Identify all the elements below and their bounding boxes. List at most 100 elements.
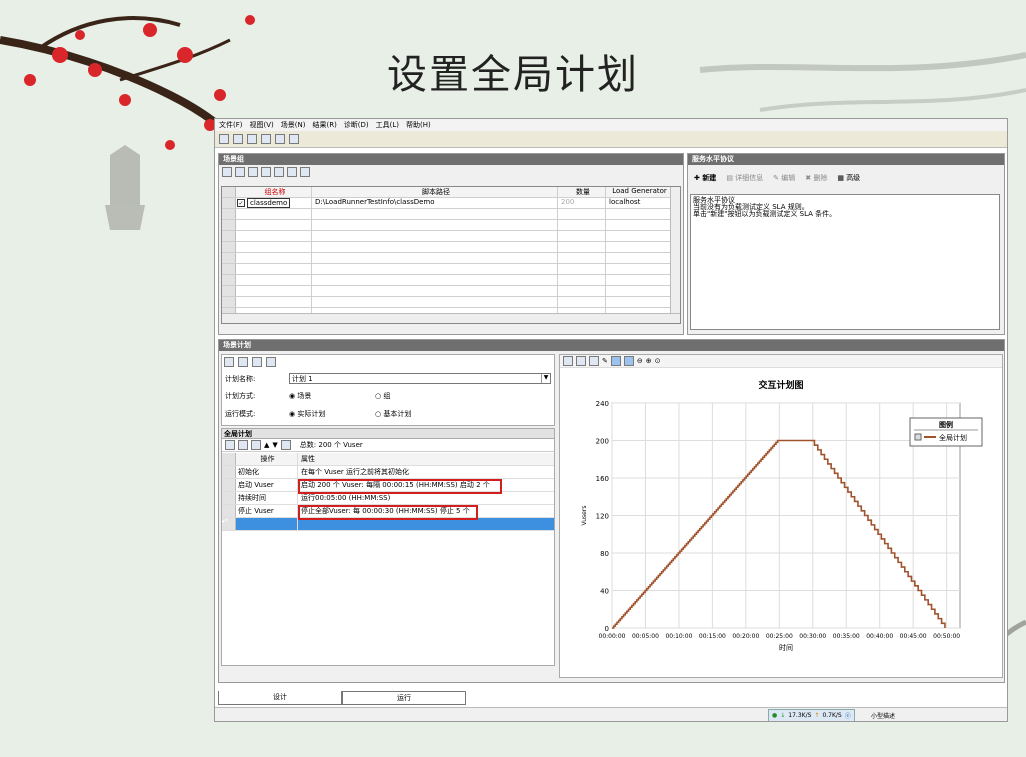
x-tick-label: 00:05:00 [632,633,659,640]
mode-radio-group[interactable]: ○ 组 [375,391,390,401]
zoom-in-icon[interactable]: ⊕ [646,357,652,365]
new-scenario-icon[interactable] [219,134,229,144]
legend-entry: 全局计划 [939,433,967,442]
new-schedule-icon[interactable] [224,356,234,367]
x-tick-label: 00:45:00 [900,633,927,640]
delete-schedule-icon[interactable] [238,356,248,367]
view-script-icon[interactable] [287,167,297,177]
x-tick-label: 00:10:00 [665,633,692,640]
highlight-stop-vuser [298,505,478,520]
col-script-path[interactable]: 脚本路径 [312,187,558,197]
menu-diagnostics[interactable]: 诊断(D) [344,120,369,130]
col-load-generator[interactable]: Load Generator [606,187,670,197]
details-icon[interactable] [274,167,284,177]
bottom-tabs: 设计 运行 [218,691,466,705]
runtime-settings-icon[interactable] [300,167,310,177]
main-toolbar [215,131,1007,148]
remove-group-icon[interactable] [248,167,258,177]
play-icon[interactable] [222,167,232,177]
action-cell: 初始化 [236,466,298,478]
checkbox[interactable]: ✓ [237,199,245,207]
pencil-icon[interactable]: ✎ [602,357,608,365]
add-group-icon[interactable] [235,167,245,177]
scenario-group-panel: 场景组 组名称 脚本路径 数量 Load Generator ✓ classde… [218,153,684,335]
open-folder-icon[interactable] [233,134,243,144]
vuser-total: 总数: 200 个 Vuser [299,441,363,449]
action-cell: 启动 Vuser [236,479,298,491]
horizontal-scrollbar[interactable] [222,313,680,323]
tab-run[interactable]: 运行 [342,691,466,705]
chart-edit-icon[interactable] [563,356,573,366]
edit-action-icon[interactable] [225,440,235,450]
global-schedule-toolbar: ▲ ▼ 总数: 200 个 Vuser [222,439,554,452]
rename-schedule-icon[interactable] [252,356,262,367]
chart-remove-icon[interactable] [589,356,599,366]
zoom-out-icon[interactable]: ⊖ [637,357,643,365]
chart-add-icon[interactable] [576,356,586,366]
loadrunner-controller-window: 文件(F) 视图(V) 场景(N) 结果(R) 诊断(D) 工具(L) 帮助(H… [214,118,1008,722]
col-quantity[interactable]: 数量 [558,187,606,197]
copy-icon[interactable] [280,440,291,450]
menu-file[interactable]: 文件(F) [219,120,243,130]
col-attribute: 属性 [301,455,315,463]
group-name-cell[interactable]: classdemo [247,198,291,208]
schedule-form: 计划名称: 计划 1 ▼ 计划方式: ◉ 场景 ○ 组 运行模式: ◉ 实际计划 … [221,354,555,426]
analysis-icon[interactable] [275,134,285,144]
run-icon[interactable] [261,134,271,144]
menu-view[interactable]: 视图(V) [250,120,274,130]
col-action: 操作 [236,453,298,465]
status-bar: ● ↓ 17.3K/S ↑ 0.7K/S ⓔ 小型描述 [215,707,1007,721]
chart-icon[interactable] [289,134,299,144]
save-icon[interactable] [247,134,257,144]
vertical-scrollbar[interactable] [670,187,680,313]
sla-details-button[interactable]: ▤ 详细信息 [726,173,763,183]
delete-action-icon[interactable] [251,440,261,450]
highlight-start-vuser [298,479,502,494]
schedule-mode-label: 计划方式: [225,392,256,400]
run-radio-real[interactable]: ◉ 实际计划 [289,409,369,419]
x-tick-label: 00:35:00 [833,633,860,640]
y-tick-label: 160 [596,475,609,483]
schedule-name-label: 计划名称: [225,374,256,383]
col-group-name[interactable]: 组名称 [236,187,312,197]
menu-results[interactable]: 结果(R) [312,120,336,130]
table-row[interactable]: ✓ classdemo D:\LoadRunnerTestInfo\classD… [222,198,670,209]
global-table-header: 操作 属性 [222,453,554,466]
add-action-icon[interactable] [238,440,248,450]
attribute-cell: 在每个 Vuser 运行之前将其初始化 [301,468,410,476]
sla-delete-button[interactable]: ✖ 删除 [805,173,827,183]
x-tick-label: 00:25:00 [766,633,793,640]
chart-view-icon[interactable] [610,356,621,366]
global-schedule-header: 全局计划 [222,429,554,439]
network-icon: ● [772,712,778,719]
schedule-name-select[interactable]: 计划 1 ▼ [289,373,551,384]
run-mode-label: 运行模式: [225,410,256,418]
action-cell: 停止 Vuser [236,505,298,517]
move-down-icon[interactable]: ▼ [272,441,277,449]
table-row[interactable]: 初始化 在每个 Vuser 运行之前将其初始化 [222,466,554,479]
load-generator-cell: localhost [609,198,641,206]
move-up-icon[interactable]: ▲ [264,441,269,449]
schedule-settings-icon[interactable] [266,356,276,367]
sla-edit-button[interactable]: ✎ 编辑 [773,173,795,183]
schedule-header: 场景计划 [219,340,1004,351]
y-tick-label: 200 [596,438,609,446]
quantity-cell: 200 [558,198,606,208]
zoom-reset-icon[interactable]: ⊙ [655,357,661,365]
x-axis-label: 时间 [779,643,793,652]
menu-tools[interactable]: 工具(L) [376,120,399,130]
download-speed: 17.3K/S [788,712,812,719]
scenario-schedule-panel: 场景计划 计划名称: 计划 1 ▼ 计划方式: ◉ 场景 ○ 组 运行模式: ◉… [218,339,1005,683]
vusers-icon[interactable] [261,167,271,177]
y-tick-label: 120 [596,513,609,521]
tab-design[interactable]: 设计 [218,691,342,705]
run-radio-basic[interactable]: ○ 基本计划 [375,409,411,419]
menu-help[interactable]: 帮助(H) [406,120,431,130]
menu-scenario[interactable]: 场景(N) [281,120,306,130]
chart-legend-icon[interactable] [623,356,634,366]
sla-new-button[interactable]: ✚ 新建 [694,173,716,183]
mode-radio-scenario[interactable]: ◉ 场景 [289,391,369,401]
sla-advanced-button[interactable]: ▦ 高级 [837,173,860,183]
sla-line: 单击"新建"按钮以为负载测试定义 SLA 条件。 [693,210,837,218]
chevron-down-icon[interactable]: ▼ [541,374,550,383]
